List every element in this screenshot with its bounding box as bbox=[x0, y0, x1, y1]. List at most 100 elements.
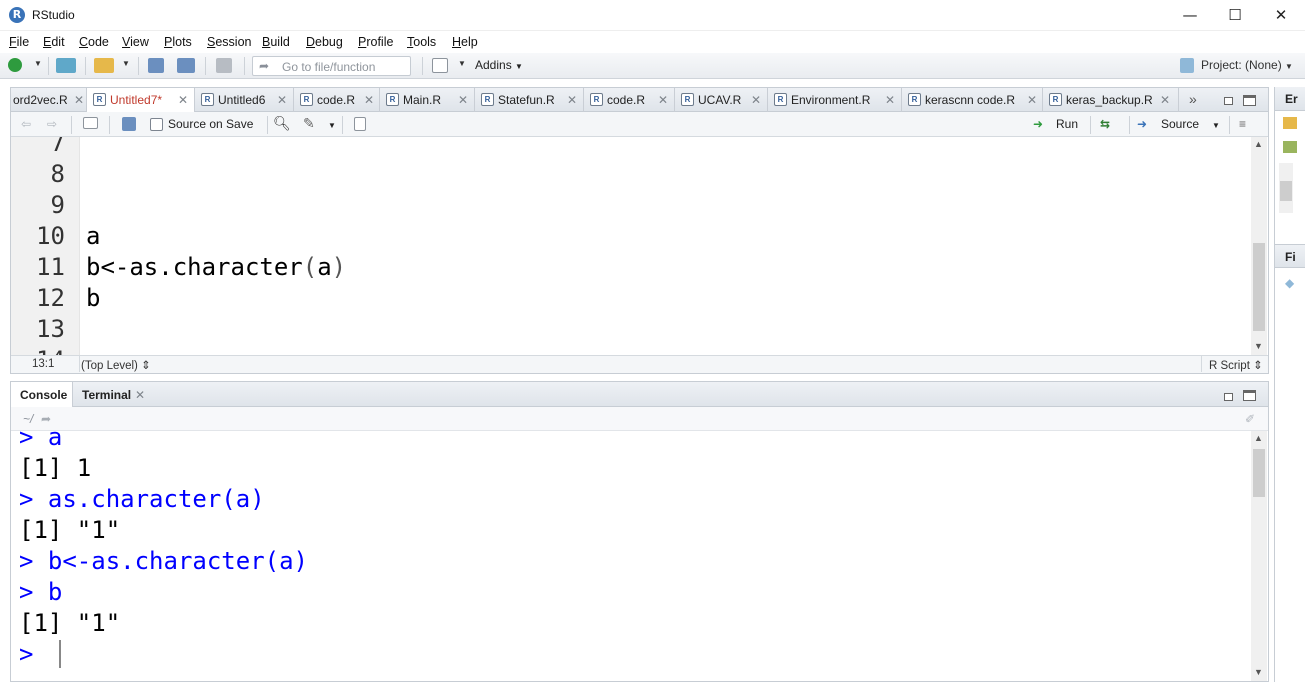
r-file-icon: R bbox=[93, 93, 106, 106]
close-tab-icon[interactable]: ✕ bbox=[658, 93, 668, 107]
scroll-down-icon[interactable]: ▼ bbox=[1254, 341, 1263, 351]
search-icon[interactable]: 🔍︎ bbox=[273, 115, 291, 132]
close-tab-icon[interactable]: ✕ bbox=[277, 93, 287, 107]
close-tab-icon[interactable]: ✕ bbox=[364, 93, 374, 107]
environment-tab-label[interactable]: Er bbox=[1285, 92, 1298, 106]
close-tab-icon[interactable]: ✕ bbox=[1027, 93, 1037, 107]
console-scroll-thumb[interactable] bbox=[1253, 449, 1265, 497]
menu-edit[interactable]: Edit bbox=[43, 35, 65, 49]
minimize-pane-icon[interactable] bbox=[1224, 393, 1233, 401]
source-tab[interactable]: R code.R ✕ bbox=[294, 88, 380, 112]
document-outline-icon[interactable]: ≡ bbox=[1239, 117, 1246, 131]
goto-file-input[interactable]: ➦ Go to file/function bbox=[252, 56, 411, 76]
chevron-down-icon[interactable]: ▼ bbox=[458, 59, 466, 68]
new-file-icon[interactable] bbox=[8, 58, 22, 72]
line-number: 9 bbox=[50, 191, 65, 219]
source-tab[interactable]: R UCAV.R ✕ bbox=[675, 88, 768, 112]
save-icon[interactable] bbox=[122, 117, 136, 131]
chevron-down-icon[interactable]: ▼ bbox=[122, 59, 130, 68]
toolbar-divider bbox=[244, 57, 245, 75]
tab-terminal[interactable]: Terminal ✕ bbox=[73, 382, 153, 407]
close-tab-icon[interactable]: ✕ bbox=[74, 93, 84, 107]
close-tab-icon[interactable]: ✕ bbox=[885, 93, 895, 107]
forward-arrow-icon[interactable]: ⇨ bbox=[47, 117, 57, 131]
source-tab[interactable]: ord2vec.R ✕ bbox=[11, 88, 87, 112]
run-button[interactable]: Run bbox=[1056, 117, 1078, 131]
source-tab[interactable]: R Statefun.R ✕ bbox=[475, 88, 584, 112]
file-type-selector[interactable]: R Script ⇕ bbox=[1209, 358, 1263, 372]
scroll-up-icon[interactable]: ▲ bbox=[1254, 139, 1263, 149]
menu-session[interactable]: Session bbox=[207, 35, 251, 49]
source-button[interactable]: Source bbox=[1161, 117, 1199, 131]
source-tab[interactable]: R kerascnn code.R ✕ bbox=[902, 88, 1043, 112]
source-tab[interactable]: R Environment.R ✕ bbox=[768, 88, 902, 112]
close-tab-icon[interactable]: ✕ bbox=[567, 93, 577, 107]
console-scrollbar[interactable]: ▲ ▼ bbox=[1251, 431, 1267, 681]
menu-build[interactable]: Build bbox=[262, 35, 290, 49]
minimize-pane-icon[interactable] bbox=[1224, 97, 1233, 105]
import-dataset-icon[interactable] bbox=[1283, 141, 1297, 153]
close-button[interactable]: ✕ bbox=[1258, 0, 1304, 31]
menu-code[interactable]: Code bbox=[79, 35, 109, 49]
menu-plots[interactable]: Plots bbox=[164, 35, 192, 49]
close-tab-icon[interactable]: ✕ bbox=[751, 93, 761, 107]
files-tab-label[interactable]: Fi bbox=[1285, 250, 1296, 264]
window-title: RStudio bbox=[32, 8, 75, 22]
environment-scroll-thumb[interactable] bbox=[1280, 181, 1292, 201]
menu-debug[interactable]: Debug bbox=[306, 35, 343, 49]
source-tab[interactable]: R Main.R ✕ bbox=[380, 88, 475, 112]
environment-scrollbar[interactable] bbox=[1279, 163, 1293, 213]
compile-report-icon[interactable] bbox=[354, 117, 366, 131]
new-project-icon[interactable] bbox=[56, 58, 76, 73]
save-all-icon[interactable] bbox=[177, 58, 195, 73]
toolbar-divider bbox=[205, 57, 206, 75]
menu-profile[interactable]: Profile bbox=[358, 35, 393, 49]
source-tab-strip: ord2vec.R ✕ R Untitled7* ✕ R Untitled6 ✕… bbox=[11, 88, 1268, 113]
print-icon[interactable] bbox=[216, 58, 232, 73]
close-tab-icon[interactable]: ✕ bbox=[135, 388, 145, 402]
close-tab-icon[interactable]: ✕ bbox=[458, 93, 468, 107]
open-folder-icon[interactable] bbox=[1283, 117, 1297, 129]
code-editor[interactable]: 7 8 9 10 11 12 13 14 a b<-as.character(a… bbox=[11, 137, 1268, 355]
rerun-icon[interactable]: ⇆ bbox=[1100, 117, 1110, 131]
magic-wand-icon[interactable]: ✎ bbox=[303, 115, 315, 132]
clear-console-icon[interactable]: ✐ bbox=[1245, 412, 1255, 426]
console-output[interactable]: > a [1] 1 > as.character(a) [1] "1" > b<… bbox=[11, 431, 1268, 681]
show-in-window-icon[interactable] bbox=[83, 117, 98, 129]
maximize-pane-icon[interactable] bbox=[1243, 95, 1256, 106]
menu-help[interactable]: Help bbox=[452, 35, 478, 49]
save-icon[interactable] bbox=[148, 58, 164, 73]
scroll-down-icon[interactable]: ▼ bbox=[1254, 667, 1263, 677]
addins-menu[interactable]: Addins ▼ bbox=[475, 58, 523, 72]
menu-tools[interactable]: Tools bbox=[407, 35, 436, 49]
menu-file[interactable]: File bbox=[9, 35, 29, 49]
maximize-pane-icon[interactable] bbox=[1243, 390, 1256, 401]
source-tab[interactable]: R Untitled6 ✕ bbox=[195, 88, 294, 112]
editor-scrollbar[interactable]: ▲ ▼ bbox=[1251, 137, 1267, 355]
menu-view[interactable]: View bbox=[122, 35, 149, 49]
open-folder-icon[interactable] bbox=[94, 58, 114, 73]
back-arrow-icon[interactable]: ⇦ bbox=[21, 117, 31, 131]
project-menu[interactable]: Project: (None) ▼ bbox=[1201, 58, 1293, 72]
chevron-down-icon[interactable]: ▼ bbox=[34, 59, 42, 68]
go-to-directory-icon[interactable]: ➦ bbox=[41, 412, 51, 426]
pane-layout-icon[interactable] bbox=[432, 58, 448, 73]
minimize-button[interactable]: — bbox=[1167, 0, 1213, 31]
close-tab-icon[interactable]: ✕ bbox=[1160, 93, 1170, 107]
more-tabs-button[interactable]: » bbox=[1179, 88, 1215, 112]
source-on-save-checkbox[interactable] bbox=[150, 118, 163, 131]
source-tab[interactable]: R keras_backup.R ✕ bbox=[1043, 88, 1179, 112]
new-folder-icon[interactable]: ◆ bbox=[1285, 276, 1294, 290]
source-tab[interactable]: R code.R ✕ bbox=[584, 88, 675, 112]
editor-scroll-thumb[interactable] bbox=[1253, 243, 1265, 331]
chevron-down-icon[interactable]: ▼ bbox=[1212, 121, 1220, 130]
close-tab-icon[interactable]: ✕ bbox=[178, 93, 188, 107]
double-chevron-right-icon: » bbox=[1189, 91, 1197, 107]
scope-selector[interactable]: (Top Level) ⇕ bbox=[81, 358, 151, 372]
tab-console[interactable]: Console bbox=[11, 382, 73, 407]
chevron-down-icon[interactable]: ▼ bbox=[328, 121, 336, 130]
source-tab-active[interactable]: R Untitled7* ✕ bbox=[87, 88, 195, 113]
scroll-up-icon[interactable]: ▲ bbox=[1254, 433, 1263, 443]
source-tab-label: keras_backup.R bbox=[1066, 93, 1153, 107]
maximize-button[interactable]: ☐ bbox=[1212, 0, 1258, 31]
